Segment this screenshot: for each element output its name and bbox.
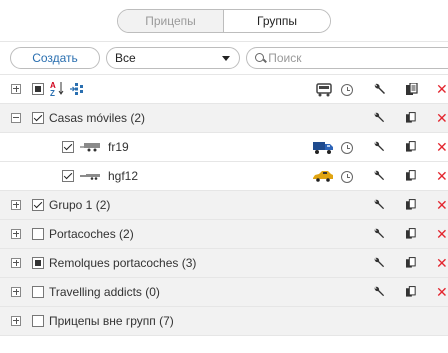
trailer-icon: [80, 143, 100, 152]
expand-icon[interactable]: [11, 258, 21, 268]
copy-icon[interactable]: [406, 112, 416, 124]
search-box: [246, 47, 448, 69]
group-row[interactable]: Casas móviles (2) ✕: [0, 104, 448, 133]
delete-icon[interactable]: ✕: [436, 256, 448, 270]
wrench-icon[interactable]: [373, 83, 386, 96]
expand-icon[interactable]: [11, 200, 21, 210]
list-header: A Z ✕: [0, 75, 448, 104]
expand-icon[interactable]: [11, 316, 21, 326]
trailer-icon: [80, 174, 100, 180]
toolbar: Создать Все: [0, 42, 448, 75]
search-icon: [255, 52, 265, 64]
copy-icon[interactable]: [406, 170, 416, 182]
trailers-panel: Прицепы Группы Создать Все A Z: [0, 0, 448, 353]
wrench-icon[interactable]: [373, 257, 385, 269]
history-clock-icon[interactable]: [341, 171, 353, 183]
filter-select-value: Все: [115, 51, 136, 65]
delete-icon[interactable]: ✕: [436, 111, 448, 125]
wrench-icon[interactable]: [373, 112, 385, 124]
copy-icon[interactable]: [406, 83, 418, 96]
group-label: Grupo 1 (2): [49, 198, 111, 212]
group-label: Travelling addicts (0): [49, 285, 160, 299]
copy-icon[interactable]: [406, 199, 416, 211]
sort-az-icon[interactable]: A Z: [50, 81, 64, 97]
delete-icon[interactable]: ✕: [436, 227, 448, 241]
view-switcher: Прицепы Группы: [117, 8, 331, 33]
group-row[interactable]: Grupo 1 (2) ✕: [0, 191, 448, 220]
create-button[interactable]: Создать: [10, 47, 100, 69]
group-label: Casas móviles (2): [49, 111, 146, 125]
expand-icon[interactable]: [11, 287, 21, 297]
wrench-icon[interactable]: [373, 228, 385, 240]
group-checkbox[interactable]: [32, 286, 44, 298]
history-clock-icon[interactable]: [341, 142, 353, 154]
copy-icon[interactable]: [406, 286, 416, 298]
chevron-down-icon: [222, 56, 230, 61]
delete-icon[interactable]: ✕: [436, 198, 448, 212]
history-clock-icon[interactable]: [341, 84, 353, 96]
delete-icon[interactable]: ✕: [436, 82, 448, 96]
group-checkbox[interactable]: [32, 315, 44, 327]
unit-label: hgf12: [108, 169, 139, 183]
group-checkbox[interactable]: [32, 228, 44, 240]
filter-select[interactable]: Все: [106, 47, 240, 69]
group-row[interactable]: Remolques portacoches (3) ✕: [0, 249, 448, 278]
vehicle-icon[interactable]: [316, 83, 332, 97]
unit-checkbox[interactable]: [62, 141, 74, 153]
copy-icon[interactable]: [406, 141, 416, 153]
svg-text:Z: Z: [50, 89, 55, 97]
group-checkbox[interactable]: [32, 199, 44, 211]
wrench-icon[interactable]: [373, 286, 385, 298]
expand-all-icon[interactable]: [11, 84, 21, 94]
group-label: Remolques portacoches (3): [49, 256, 197, 270]
group-row[interactable]: Travelling addicts (0) ✕: [0, 278, 448, 307]
tab-groups[interactable]: Группы: [224, 9, 330, 32]
unit-checkbox[interactable]: [62, 170, 74, 182]
group-label: Прицепы вне групп (7): [49, 314, 174, 328]
select-all-icon[interactable]: [32, 83, 44, 95]
tab-trailers[interactable]: Прицепы: [118, 9, 224, 32]
copy-icon[interactable]: [406, 257, 416, 269]
collapse-icon[interactable]: [11, 113, 21, 123]
copy-icon[interactable]: [406, 228, 416, 240]
search-input[interactable]: [268, 51, 448, 65]
delete-icon[interactable]: ✕: [436, 169, 448, 183]
group-settings-icon[interactable]: [70, 83, 84, 95]
group-label: Portacoches (2): [49, 227, 134, 241]
unit-row[interactable]: fr19 ✕: [0, 133, 448, 162]
car-icon: [313, 171, 333, 182]
wrench-icon[interactable]: [373, 170, 385, 182]
group-row[interactable]: Portacoches (2) ✕: [0, 220, 448, 249]
delete-icon[interactable]: ✕: [436, 140, 448, 154]
delete-icon[interactable]: ✕: [436, 285, 448, 299]
group-checkbox[interactable]: [32, 257, 44, 269]
wrench-icon[interactable]: [373, 141, 385, 153]
group-row[interactable]: Прицепы вне групп (7): [0, 307, 448, 336]
view-switcher-row: Прицепы Группы: [0, 0, 448, 42]
wrench-icon[interactable]: [373, 199, 385, 211]
expand-icon[interactable]: [11, 229, 21, 239]
unit-row[interactable]: hgf12 ✕: [0, 162, 448, 191]
group-checkbox[interactable]: [32, 112, 44, 124]
unit-label: fr19: [108, 140, 129, 154]
truck-icon: [313, 142, 333, 154]
